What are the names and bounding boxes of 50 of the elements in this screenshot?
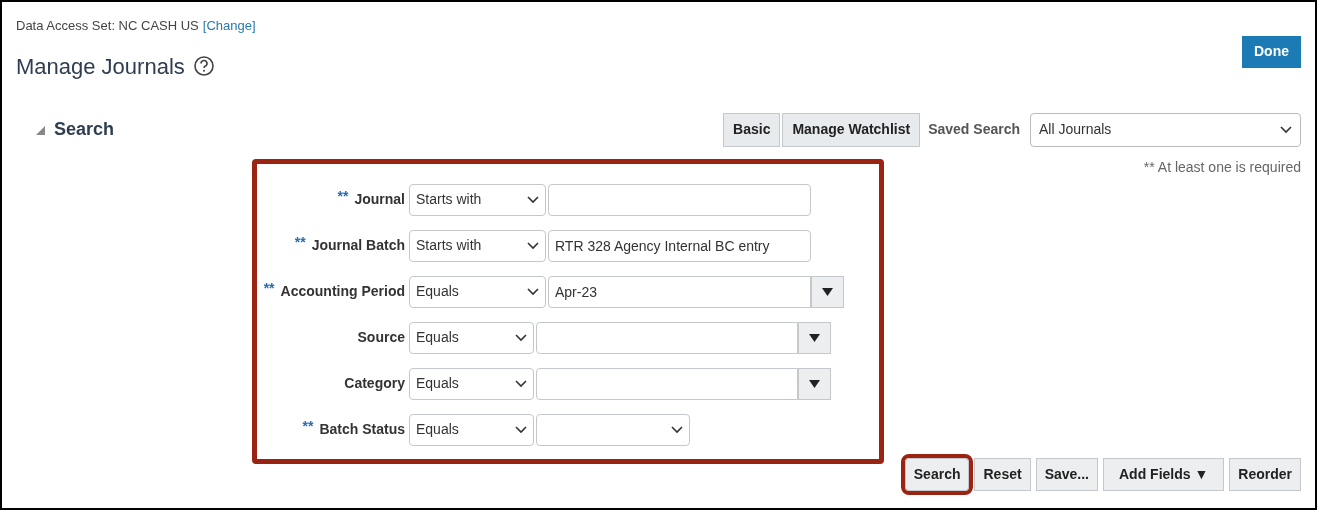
operator-select[interactable]: Starts with: [409, 183, 546, 216]
chevron-down-icon: [515, 333, 527, 342]
data-access-label: Data Access Set: NC CASH US: [16, 17, 199, 35]
field-label: Source: [357, 328, 405, 347]
text-input-field[interactable]: RTR 328 Agency Internal BC entry: [548, 229, 811, 262]
chevron-down-icon: [515, 425, 527, 434]
text-input-field[interactable]: [548, 183, 811, 216]
chevron-down-icon: [1280, 125, 1292, 134]
toolbar-button[interactable]: Basic: [723, 112, 781, 147]
required-mark: **: [302, 419, 314, 433]
required-mark: **: [294, 235, 306, 249]
field-label: Batch Status: [319, 420, 405, 439]
required-mark: **: [263, 281, 275, 295]
saved-search-select[interactable]: All Journals: [1030, 112, 1301, 147]
lookup-input-field[interactable]: Apr-23: [548, 275, 811, 308]
chevron-down-icon: [671, 425, 683, 434]
operator-select[interactable]: Equals: [409, 413, 534, 446]
field-label: Accounting Period: [280, 282, 405, 301]
operator-select[interactable]: Equals: [409, 367, 534, 400]
lookup-input-field[interactable]: [536, 367, 798, 400]
page-title: Manage Journals: [16, 52, 185, 81]
toolbar-button[interactable]: Manage Watchlist: [782, 112, 921, 147]
help-icon[interactable]: [192, 55, 215, 77]
chevron-down-icon: [527, 241, 539, 250]
field-label: Journal Batch: [311, 236, 405, 255]
lookup-input-field[interactable]: [536, 321, 798, 354]
dropdown-button[interactable]: [798, 321, 831, 354]
triangle-down-icon: [809, 333, 820, 342]
dropdown-button[interactable]: [811, 275, 844, 308]
dropdown-button[interactable]: [798, 367, 831, 400]
chevron-down-icon: [527, 287, 539, 296]
operator-select[interactable]: Equals: [409, 275, 546, 308]
operator-select[interactable]: Equals: [409, 321, 534, 354]
search-panel-button[interactable]: Add Fields ▼: [1103, 457, 1225, 491]
chevron-down-icon: [527, 195, 539, 204]
field-label: Category: [344, 374, 405, 393]
section-heading: Search: [54, 118, 115, 141]
triangle-down-icon: [809, 379, 820, 388]
required-mark: **: [337, 189, 349, 203]
change-link[interactable]: [Change]: [202, 16, 256, 36]
done-button[interactable]: Done: [1242, 35, 1301, 68]
chevron-down-icon: [515, 379, 527, 388]
saved-search-label: Saved Search: [928, 120, 1020, 139]
search-panel-button[interactable]: Reorder: [1229, 457, 1301, 491]
required-note: ** At least one is required: [1143, 157, 1301, 177]
triangle-down-icon: [822, 287, 833, 296]
search-panel-button[interactable]: Save...: [1035, 457, 1098, 491]
field-label: Journal: [354, 190, 405, 209]
search-panel-button[interactable]: Reset: [974, 457, 1031, 491]
operator-select[interactable]: Starts with: [409, 229, 546, 262]
